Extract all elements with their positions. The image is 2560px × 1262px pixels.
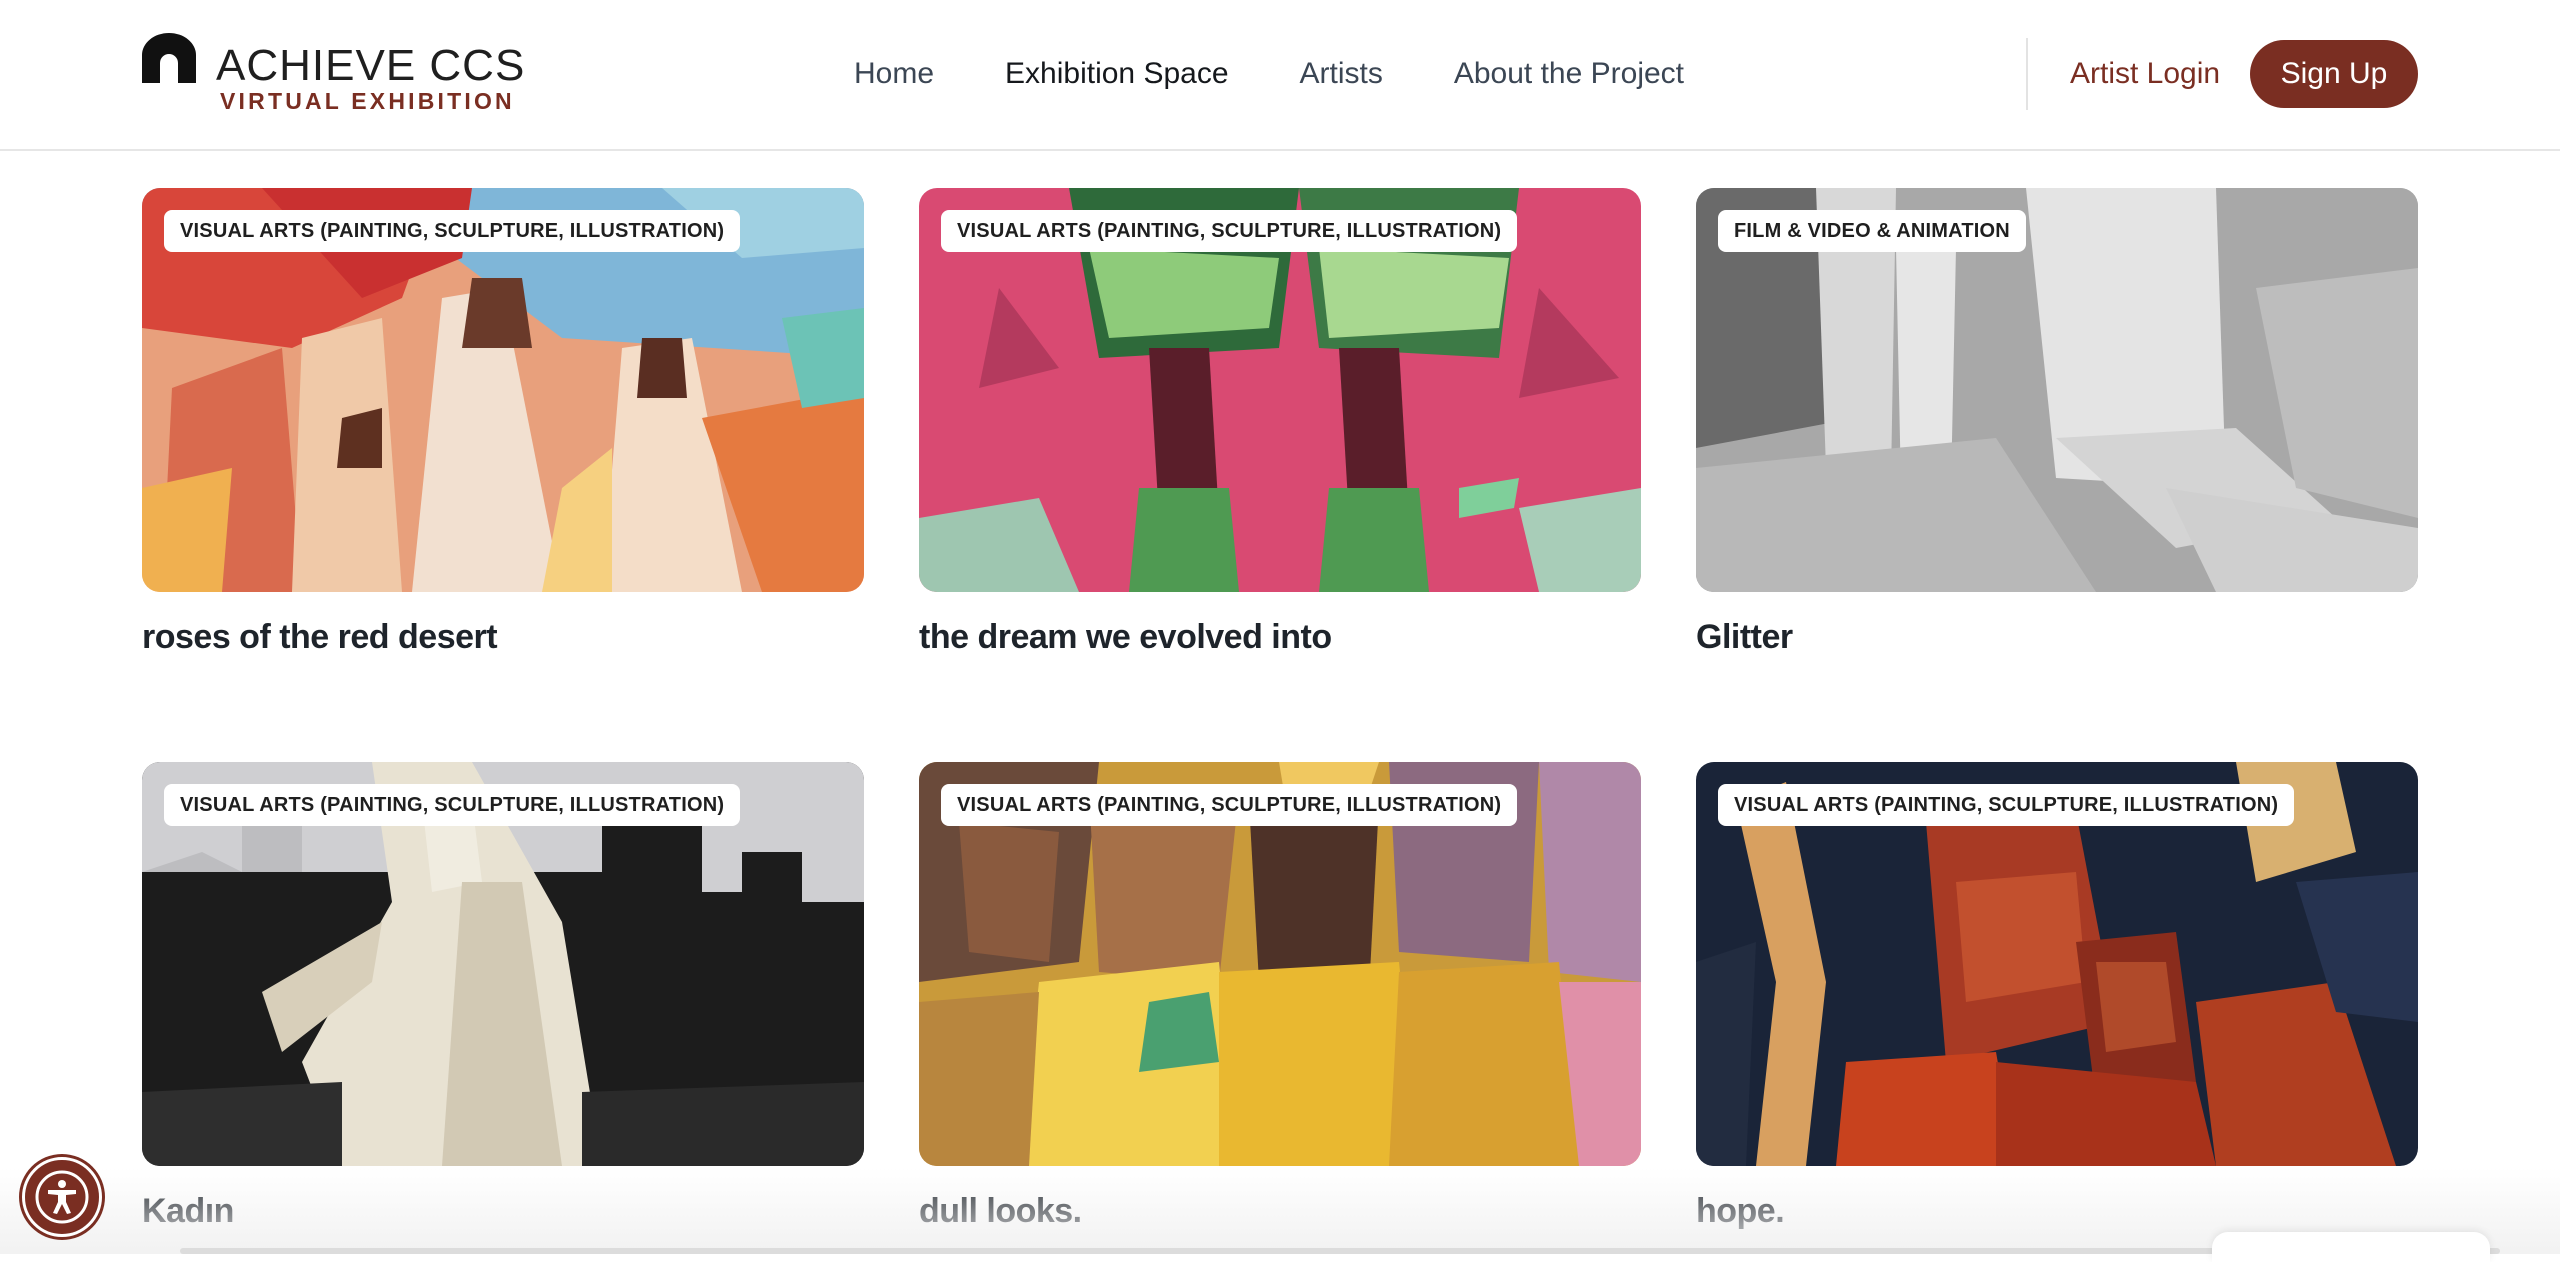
- nav-home[interactable]: Home: [854, 52, 934, 96]
- artwork-thumbnail[interactable]: VISUAL ARTS (PAINTING, SCULPTURE, ILLUST…: [1696, 762, 2418, 1166]
- artwork-thumbnail[interactable]: VISUAL ARTS (PAINTING, SCULPTURE, ILLUST…: [919, 762, 1641, 1166]
- nav-divider: [2026, 38, 2028, 110]
- nav-artists[interactable]: Artists: [1300, 52, 1383, 96]
- site-logo[interactable]: ACHIEVE CCS VIRTUAL EXHIBITION: [142, 32, 524, 116]
- accessibility-icon: [35, 1170, 89, 1224]
- bottom-bar: [180, 1248, 2500, 1254]
- site-header: ACHIEVE CCS VIRTUAL EXHIBITION Home Exhi…: [0, 0, 2560, 151]
- sign-up-button[interactable]: Sign Up: [2250, 40, 2418, 108]
- category-badge: VISUAL ARTS (PAINTING, SCULPTURE, ILLUST…: [164, 210, 741, 252]
- category-badge: FILM & VIDEO & ANIMATION: [1718, 210, 2026, 252]
- artwork-title[interactable]: roses of the red desert: [142, 618, 864, 657]
- accessibility-button[interactable]: [22, 1157, 102, 1237]
- artwork-thumbnail[interactable]: VISUAL ARTS (PAINTING, SCULPTURE, ILLUST…: [142, 762, 864, 1166]
- artwork-card[interactable]: VISUAL ARTS (PAINTING, SCULPTURE, ILLUST…: [142, 188, 864, 657]
- artwork-card[interactable]: VISUAL ARTS (PAINTING, SCULPTURE, ILLUST…: [1696, 762, 2418, 1231]
- category-badge: VISUAL ARTS (PAINTING, SCULPTURE, ILLUST…: [941, 784, 1518, 826]
- category-badge: VISUAL ARTS (PAINTING, SCULPTURE, ILLUST…: [941, 210, 1518, 252]
- artwork-title[interactable]: Kadın: [142, 1192, 864, 1231]
- logo-subtitle: VIRTUAL EXHIBITION: [220, 88, 515, 114]
- artwork-card[interactable]: VISUAL ARTS (PAINTING, SCULPTURE, ILLUST…: [919, 762, 1641, 1231]
- artist-login-link[interactable]: Artist Login: [2070, 52, 2220, 96]
- main-nav: Home Exhibition Space Artists About the …: [854, 52, 1755, 96]
- nav-exhibition-space[interactable]: Exhibition Space: [1005, 52, 1228, 96]
- artwork-title[interactable]: dull looks.: [919, 1192, 1641, 1231]
- artwork-title[interactable]: hope.: [1696, 1192, 2418, 1231]
- artwork-title[interactable]: Glitter: [1696, 618, 2418, 657]
- artwork-card[interactable]: VISUAL ARTS (PAINTING, SCULPTURE, ILLUST…: [919, 188, 1641, 657]
- logo-title: ACHIEVE CCS: [216, 41, 526, 90]
- category-badge: VISUAL ARTS (PAINTING, SCULPTURE, ILLUST…: [1718, 784, 2295, 826]
- artwork-card[interactable]: FILM & VIDEO & ANIMATION Glitter: [1696, 188, 2418, 657]
- artwork-thumbnail[interactable]: FILM & VIDEO & ANIMATION: [1696, 188, 2418, 592]
- arch-logo-icon: [142, 33, 196, 83]
- artwork-title[interactable]: the dream we evolved into: [919, 618, 1641, 657]
- chat-widget-tab[interactable]: [2212, 1232, 2490, 1262]
- category-badge: VISUAL ARTS (PAINTING, SCULPTURE, ILLUST…: [164, 784, 741, 826]
- artwork-thumbnail[interactable]: VISUAL ARTS (PAINTING, SCULPTURE, ILLUST…: [142, 188, 864, 592]
- artwork-card[interactable]: VISUAL ARTS (PAINTING, SCULPTURE, ILLUST…: [142, 762, 864, 1231]
- nav-about-project[interactable]: About the Project: [1454, 52, 1684, 96]
- artwork-thumbnail[interactable]: VISUAL ARTS (PAINTING, SCULPTURE, ILLUST…: [919, 188, 1641, 592]
